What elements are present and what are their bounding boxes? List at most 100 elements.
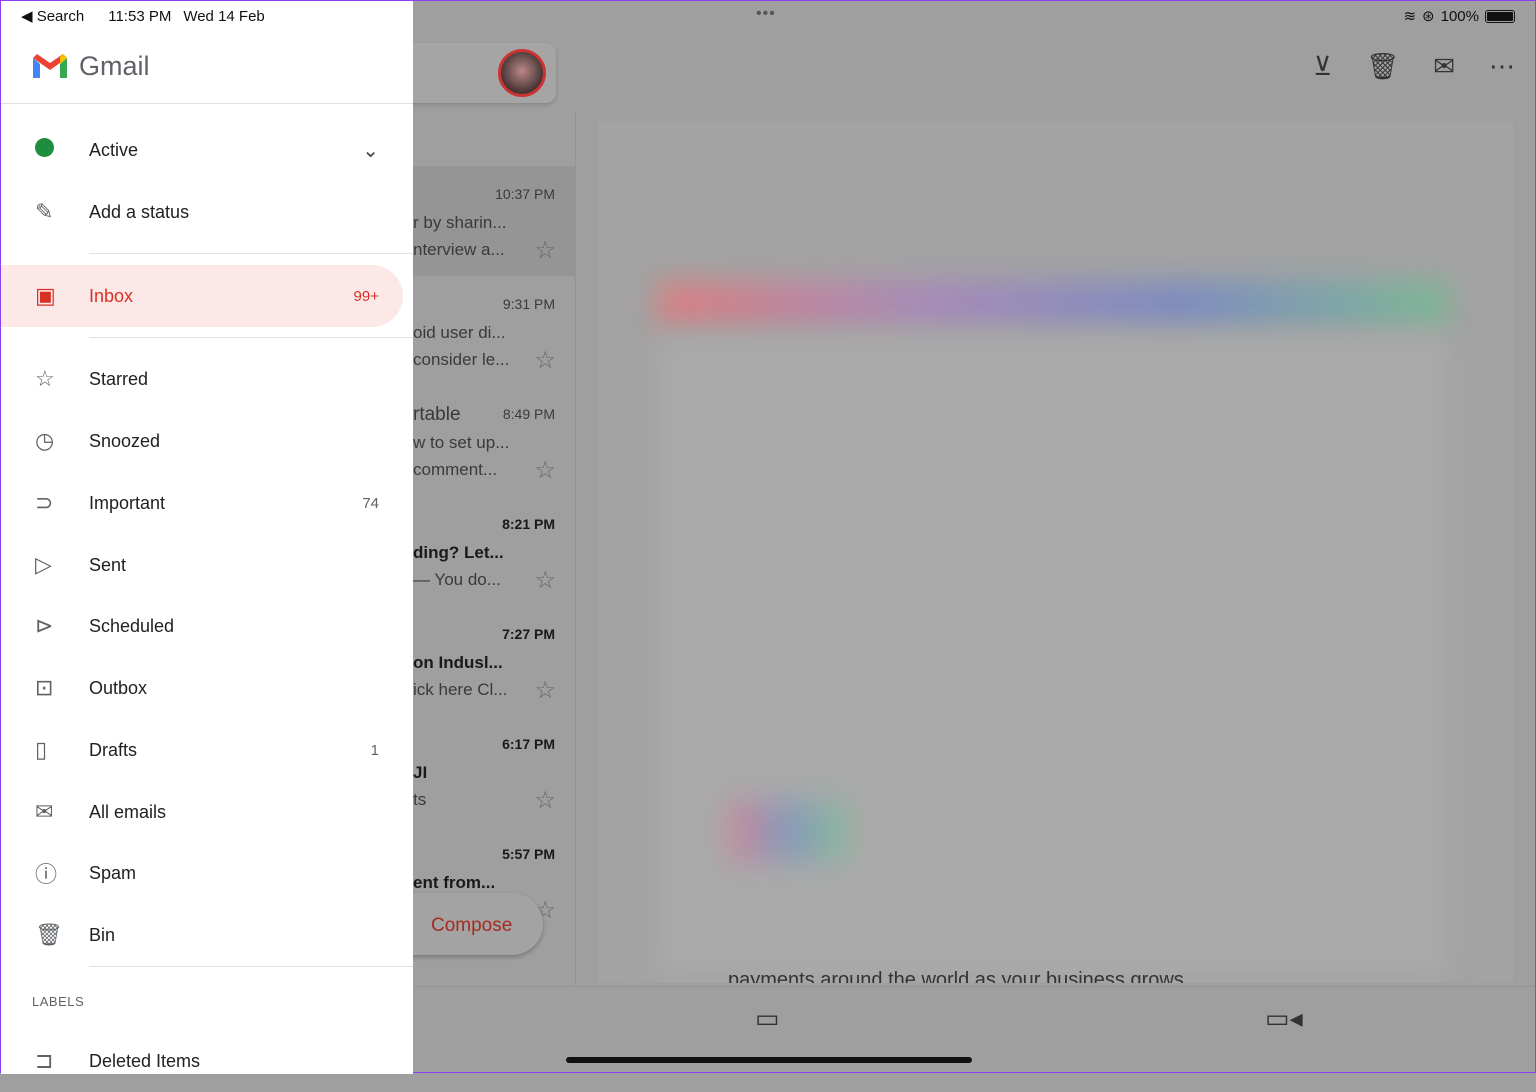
blurred-content (658, 336, 1448, 976)
email-snippet: nterview a... (413, 240, 505, 259)
battery-icon (1485, 9, 1515, 23)
email-time: 7:27 PM (502, 626, 555, 642)
email-snippet: ts (413, 790, 427, 809)
labels-heading: LABELS (32, 994, 85, 1009)
status-dot-icon (1, 137, 89, 163)
item-label: Scheduled (89, 615, 175, 636)
email-row[interactable]: 7:27 PM on Indusl... ick here Cl... ☆ (413, 606, 576, 716)
add-status-button[interactable]: ✎ Add a status (1, 181, 403, 243)
email-sender: rtable (413, 404, 461, 425)
clock-icon: ◷ (35, 428, 55, 453)
home-indicator[interactable] (566, 1057, 972, 1063)
status-selector[interactable]: Active ⌄ (1, 119, 403, 181)
star-icon[interactable]: ☆ (534, 346, 556, 375)
label-deleted-items[interactable]: ⊐ Deleted Items (1, 1030, 403, 1092)
outbox-icon: ⊡ (35, 675, 54, 700)
archive-icon[interactable]: ⊻ (1313, 51, 1332, 82)
back-to-search[interactable]: ◀ Search (21, 8, 96, 25)
email-snippet: ick here Cl... (413, 680, 508, 699)
item-label: All emails (89, 801, 167, 822)
sidebar-item-all-emails[interactable]: ✉ All emails (1, 781, 403, 843)
draft-icon: ▯ (35, 737, 48, 762)
send-icon: ▷ (35, 552, 52, 577)
email-snippet: comment... (413, 460, 498, 479)
back-label: Search (36, 8, 85, 25)
inbox-icon: ▣ (35, 283, 56, 308)
meet-video-icon[interactable]: ▭◂ (1265, 1003, 1303, 1034)
mark-unread-icon[interactable]: ✉ (1433, 51, 1455, 82)
message-toolbar: ⊻ 🗑 ✉ ⋯ (1313, 51, 1515, 82)
email-row[interactable]: 8:21 PM ding? Let... — You do... ☆ (413, 496, 576, 606)
email-time: 8:21 PM (502, 516, 555, 532)
item-label: Outbox (89, 677, 148, 698)
compose-label: Compose (431, 915, 513, 936)
item-label: Deleted Items (89, 1050, 201, 1071)
email-subject: on Indusl... (413, 653, 503, 672)
star-icon[interactable]: ☆ (534, 566, 556, 595)
orientation-lock-icon: ⊛ (1422, 8, 1435, 25)
chevron-down-icon[interactable]: ⌄ (362, 138, 379, 163)
item-label: Bin (89, 924, 116, 945)
sidebar-item-important[interactable]: ⊃ Important 74 (1, 472, 403, 534)
email-row[interactable]: 8:49 PM rtable w to set up... comment... ☆ (413, 386, 576, 496)
status-bar: ◀ Search 11:53 PM Wed 14 Feb ≋ ⊛ 100% (1, 1, 1535, 31)
spam-icon: ⓘ (35, 862, 58, 887)
important-icon: ⊃ (35, 490, 54, 515)
item-count: 99+ (353, 287, 379, 305)
all-mail-icon: ✉ (35, 799, 54, 824)
email-time: 10:37 PM (495, 186, 555, 202)
email-row[interactable]: 9:31 PM oid user di... consider le... ☆ (413, 276, 576, 386)
email-time: 6:17 PM (502, 736, 555, 752)
email-time: 8:49 PM (502, 406, 555, 422)
email-subject: ding? Let... (413, 543, 504, 562)
item-count: 74 (362, 494, 379, 512)
navigation-drawer: Gmail Active ⌄ ✎ Add a status ▣ Inbox 99+ ☆ S… (1, 1, 413, 1074)
email-row[interactable]: 6:17 PM JI ts ☆ (413, 716, 576, 826)
item-label: Spam (89, 862, 137, 883)
item-label: Snoozed (89, 430, 161, 451)
sidebar-item-spam[interactable]: ⓘ Spam (1, 842, 403, 904)
star-icon: ☆ (35, 366, 55, 391)
sidebar-item-outbox[interactable]: ⊡ Outbox (1, 657, 403, 719)
email-snippet: consider le... (413, 350, 510, 369)
email-subject: ent from... (413, 873, 496, 892)
date: Wed 14 Feb (183, 8, 265, 25)
delete-icon[interactable]: 🗑 (1366, 51, 1399, 82)
sidebar-item-starred[interactable]: ☆ Starred (1, 348, 403, 410)
email-subject: w to set up... (413, 433, 510, 452)
app-name: Gmail (79, 51, 150, 81)
item-label: Starred (89, 368, 149, 389)
star-icon[interactable]: ☆ (534, 236, 556, 265)
chat-icon[interactable]: ▭ (755, 1003, 780, 1034)
gmail-logo: Gmail (33, 51, 150, 82)
sidebar-item-scheduled[interactable]: ⊳ Scheduled (1, 595, 403, 657)
star-icon[interactable]: ☆ (534, 786, 556, 815)
sidebar-item-snoozed[interactable]: ◷ Snoozed (1, 410, 403, 472)
add-status-label: Add a status (89, 201, 190, 222)
avatar[interactable] (498, 49, 546, 97)
sidebar-item-drafts[interactable]: ▯ Drafts 1 (1, 719, 403, 781)
email-list: 10:37 PM r by sharin... nterview a... ☆ 9:3… (413, 111, 576, 986)
email-subject: oid user di... (413, 323, 506, 342)
item-label: Sent (89, 554, 127, 575)
more-icon[interactable]: ⋯ (1489, 51, 1515, 82)
email-subject: JI (413, 763, 428, 782)
sidebar-item-sent[interactable]: ▷ Sent (1, 534, 403, 596)
email-body-text: payments around the world as your busine… (728, 969, 1190, 983)
trash-icon: 🗑 (35, 922, 63, 947)
label-icon: ⊐ (35, 1048, 54, 1073)
reading-pane: payments around the world as your busine… (598, 121, 1513, 983)
item-label: Inbox (89, 285, 134, 306)
item-label: Important (89, 492, 166, 513)
item-count: 1 (370, 741, 379, 759)
email-time: 5:57 PM (502, 846, 555, 862)
blurred-image (728, 801, 848, 861)
scheduled-icon: ⊳ (35, 613, 54, 638)
status-label: Active (89, 139, 139, 160)
sidebar-item-inbox[interactable]: ▣ Inbox 99+ (1, 265, 403, 327)
star-icon[interactable]: ☆ (534, 676, 556, 705)
star-icon[interactable]: ☆ (534, 456, 556, 485)
sidebar-item-bin[interactable]: 🗑 Bin (1, 904, 403, 966)
email-row[interactable]: 10:37 PM r by sharin... nterview a... ☆ (413, 166, 576, 276)
email-subject: r by sharin... (413, 213, 507, 232)
